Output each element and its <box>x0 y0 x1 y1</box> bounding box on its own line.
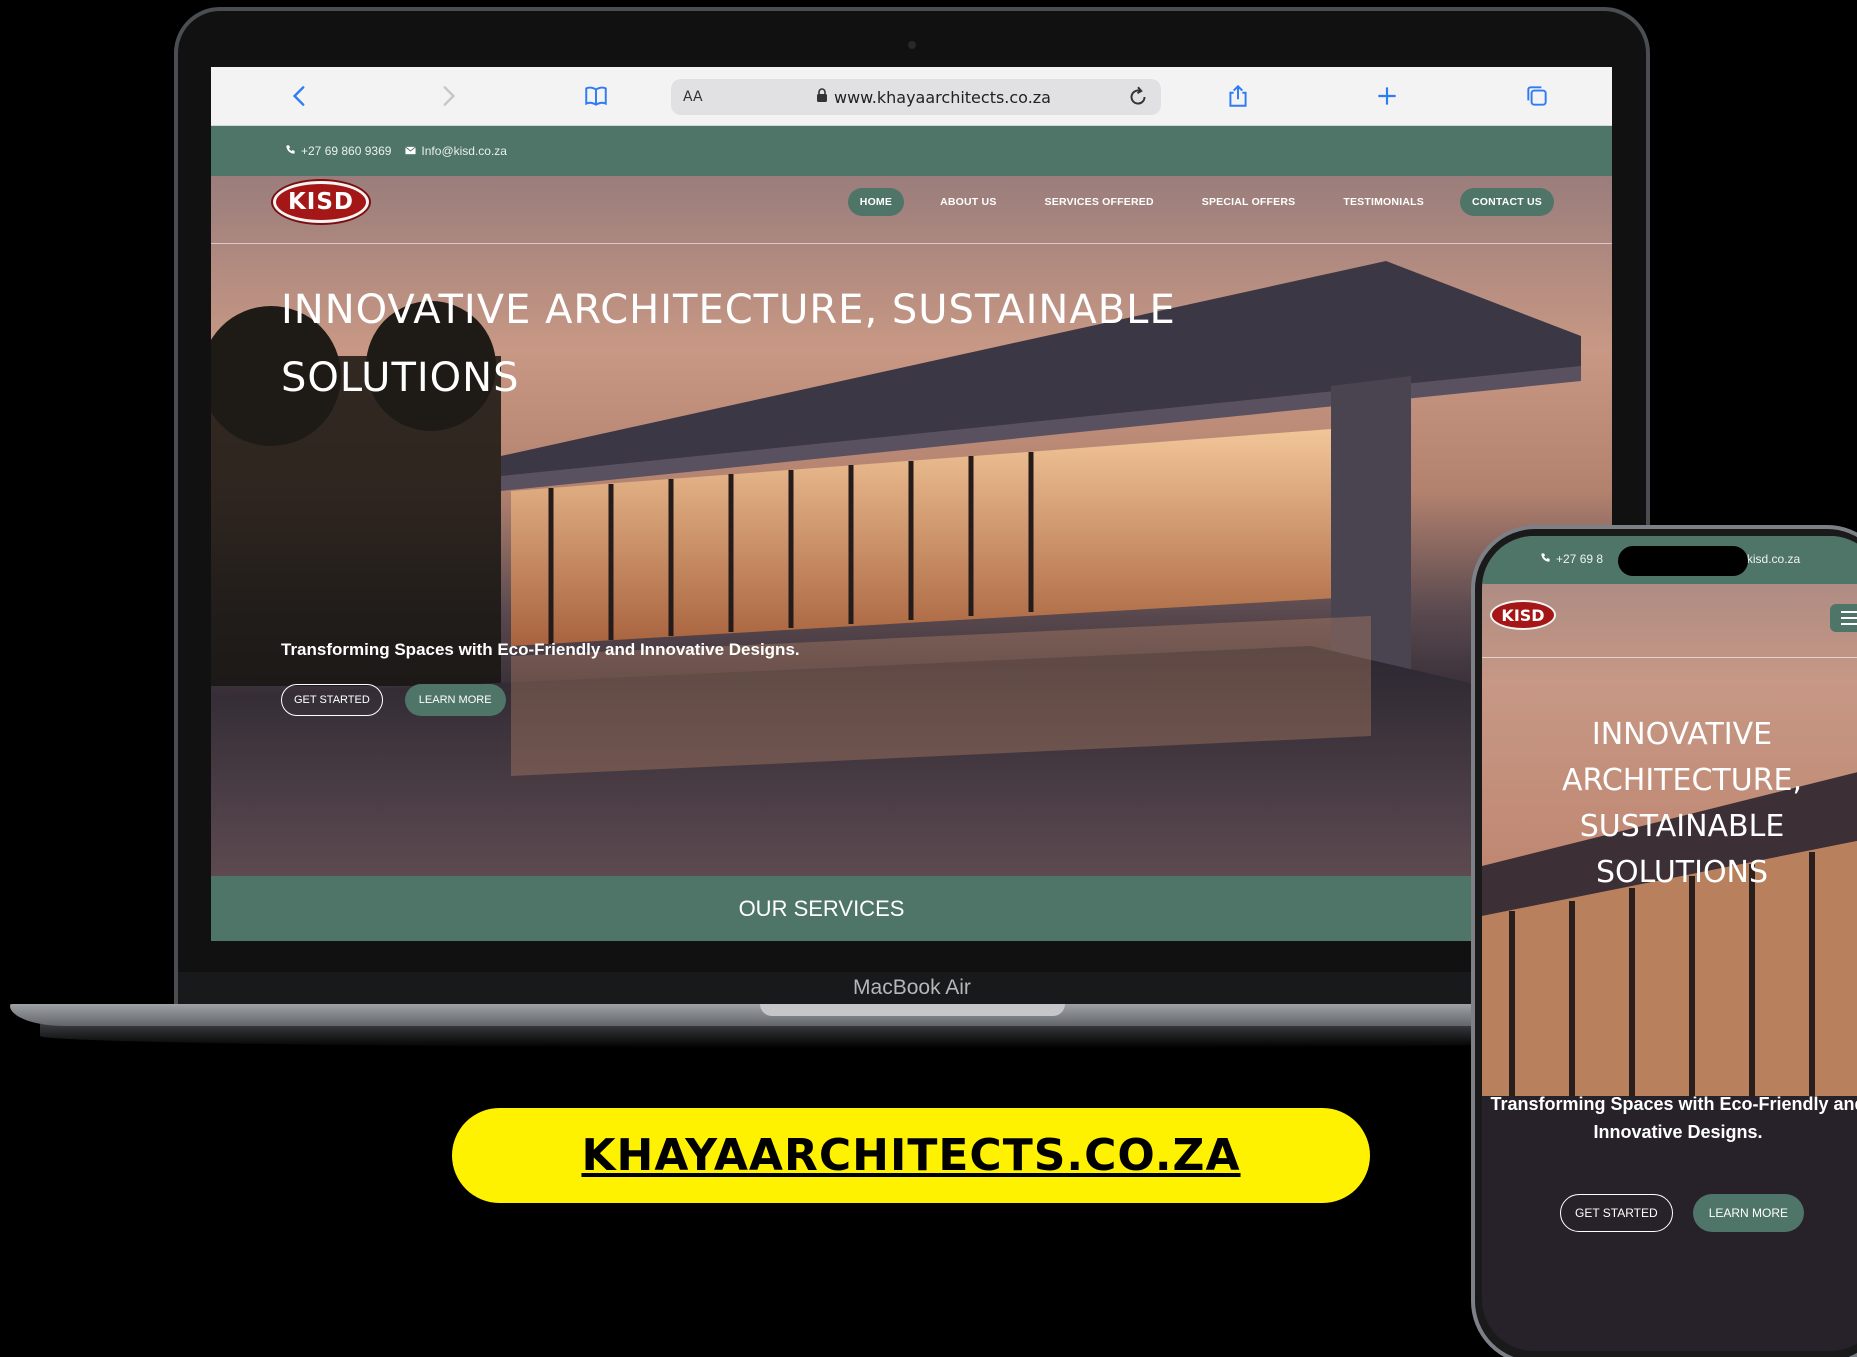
website-banner: KHAYAARCHITECTS.CO.ZA <box>452 1108 1370 1203</box>
kisd-logo[interactable]: KISD <box>273 181 369 223</box>
mail-icon <box>405 144 417 158</box>
phone-get-started-button[interactable]: GET STARTED <box>1560 1194 1673 1232</box>
phone-hero-title: INNOVATIVE ARCHITECTURE, SUSTAINABLE SOL… <box>1561 717 1803 890</box>
hero-section: KISD HOME ABOUT US SERVICES OFFERED SPEC… <box>211 176 1612 876</box>
learn-more-button[interactable]: LEARN MORE <box>404 684 506 716</box>
phone-link[interactable]: +27 69 860 9369 <box>301 144 391 158</box>
dynamic-island <box>1618 546 1748 576</box>
nav-testimonials[interactable]: TESTIMONIALS <box>1331 188 1436 216</box>
logo-text: KISD <box>287 189 355 215</box>
phone-contact-strip: +27 69 8 o@kisd.co.za <box>1482 536 1857 584</box>
phone-logo-text: KISD <box>1501 605 1545 625</box>
main-navbar: KISD HOME ABOUT US SERVICES OFFERED SPEC… <box>211 176 1612 244</box>
url-text: www.khayaarchitects.co.za <box>834 87 1051 107</box>
nav-menu: HOME ABOUT US SERVICES OFFERED SPECIAL O… <box>847 188 1554 216</box>
laptop-label: MacBook Air <box>853 976 971 999</box>
nav-home[interactable]: HOME <box>847 188 905 216</box>
nav-contact-us[interactable]: CONTACT US <box>1459 188 1554 216</box>
laptop-hinge-notch <box>760 1004 1065 1016</box>
phone-icon <box>285 144 296 158</box>
back-icon[interactable] <box>285 81 315 111</box>
phone-navbar: KISD <box>1482 584 1857 658</box>
phone-hero-subtitle: Transforming Spaces with Eco-Friendly an… <box>1490 1094 1857 1142</box>
bookmarks-icon[interactable] <box>581 81 611 111</box>
nav-about-us[interactable]: ABOUT US <box>928 188 1008 216</box>
phone-kisd-logo[interactable]: KISD <box>1490 600 1556 630</box>
get-started-button[interactable]: GET STARTED <box>281 684 383 716</box>
phone-learn-more-button[interactable]: LEARN MORE <box>1692 1194 1805 1232</box>
phone-icon <box>1540 552 1551 566</box>
lock-icon <box>816 87 828 107</box>
reload-icon[interactable] <box>1125 83 1151 116</box>
hero-title: INNOVATIVE ARCHITECTURE, SUSTAINABLE SOL… <box>281 287 1176 401</box>
website-link[interactable]: KHAYAARCHITECTS.CO.ZA <box>581 1130 1240 1181</box>
camera-dot <box>908 41 916 49</box>
hamburger-menu-icon[interactable] <box>1830 604 1857 632</box>
share-icon[interactable] <box>1223 81 1253 111</box>
forward-icon[interactable] <box>433 81 463 111</box>
text-size-button[interactable]: AA <box>683 89 703 105</box>
phone-screen: +27 69 8 o@kisd.co.za KISD INNOVATIVE AR… <box>1482 536 1857 1351</box>
email-link[interactable]: Info@kisd.co.za <box>421 144 507 158</box>
new-tab-icon[interactable] <box>1372 81 1402 111</box>
nav-special-offers[interactable]: SPECIAL OFFERS <box>1190 188 1308 216</box>
address-bar[interactable]: AA www.khayaarchitects.co.za <box>671 79 1161 115</box>
laptop-chin: MacBook Air <box>178 972 1646 1004</box>
services-heading: OUR SERVICES <box>738 895 905 921</box>
laptop-screen: AA www.khayaarchitects.co.za +27 69 860 … <box>211 67 1612 941</box>
phone-view-phone-link[interactable]: +27 69 8 <box>1556 552 1603 566</box>
services-section: OUR SERVICES <box>211 876 1612 941</box>
tabs-icon[interactable] <box>1522 81 1552 111</box>
hero-subtitle: Transforming Spaces with Eco-Friendly an… <box>281 640 800 659</box>
contact-strip: +27 69 860 9369 Info@kisd.co.za <box>211 126 1612 176</box>
browser-toolbar: AA www.khayaarchitects.co.za <box>211 67 1612 126</box>
nav-services-offered[interactable]: SERVICES OFFERED <box>1033 188 1166 216</box>
